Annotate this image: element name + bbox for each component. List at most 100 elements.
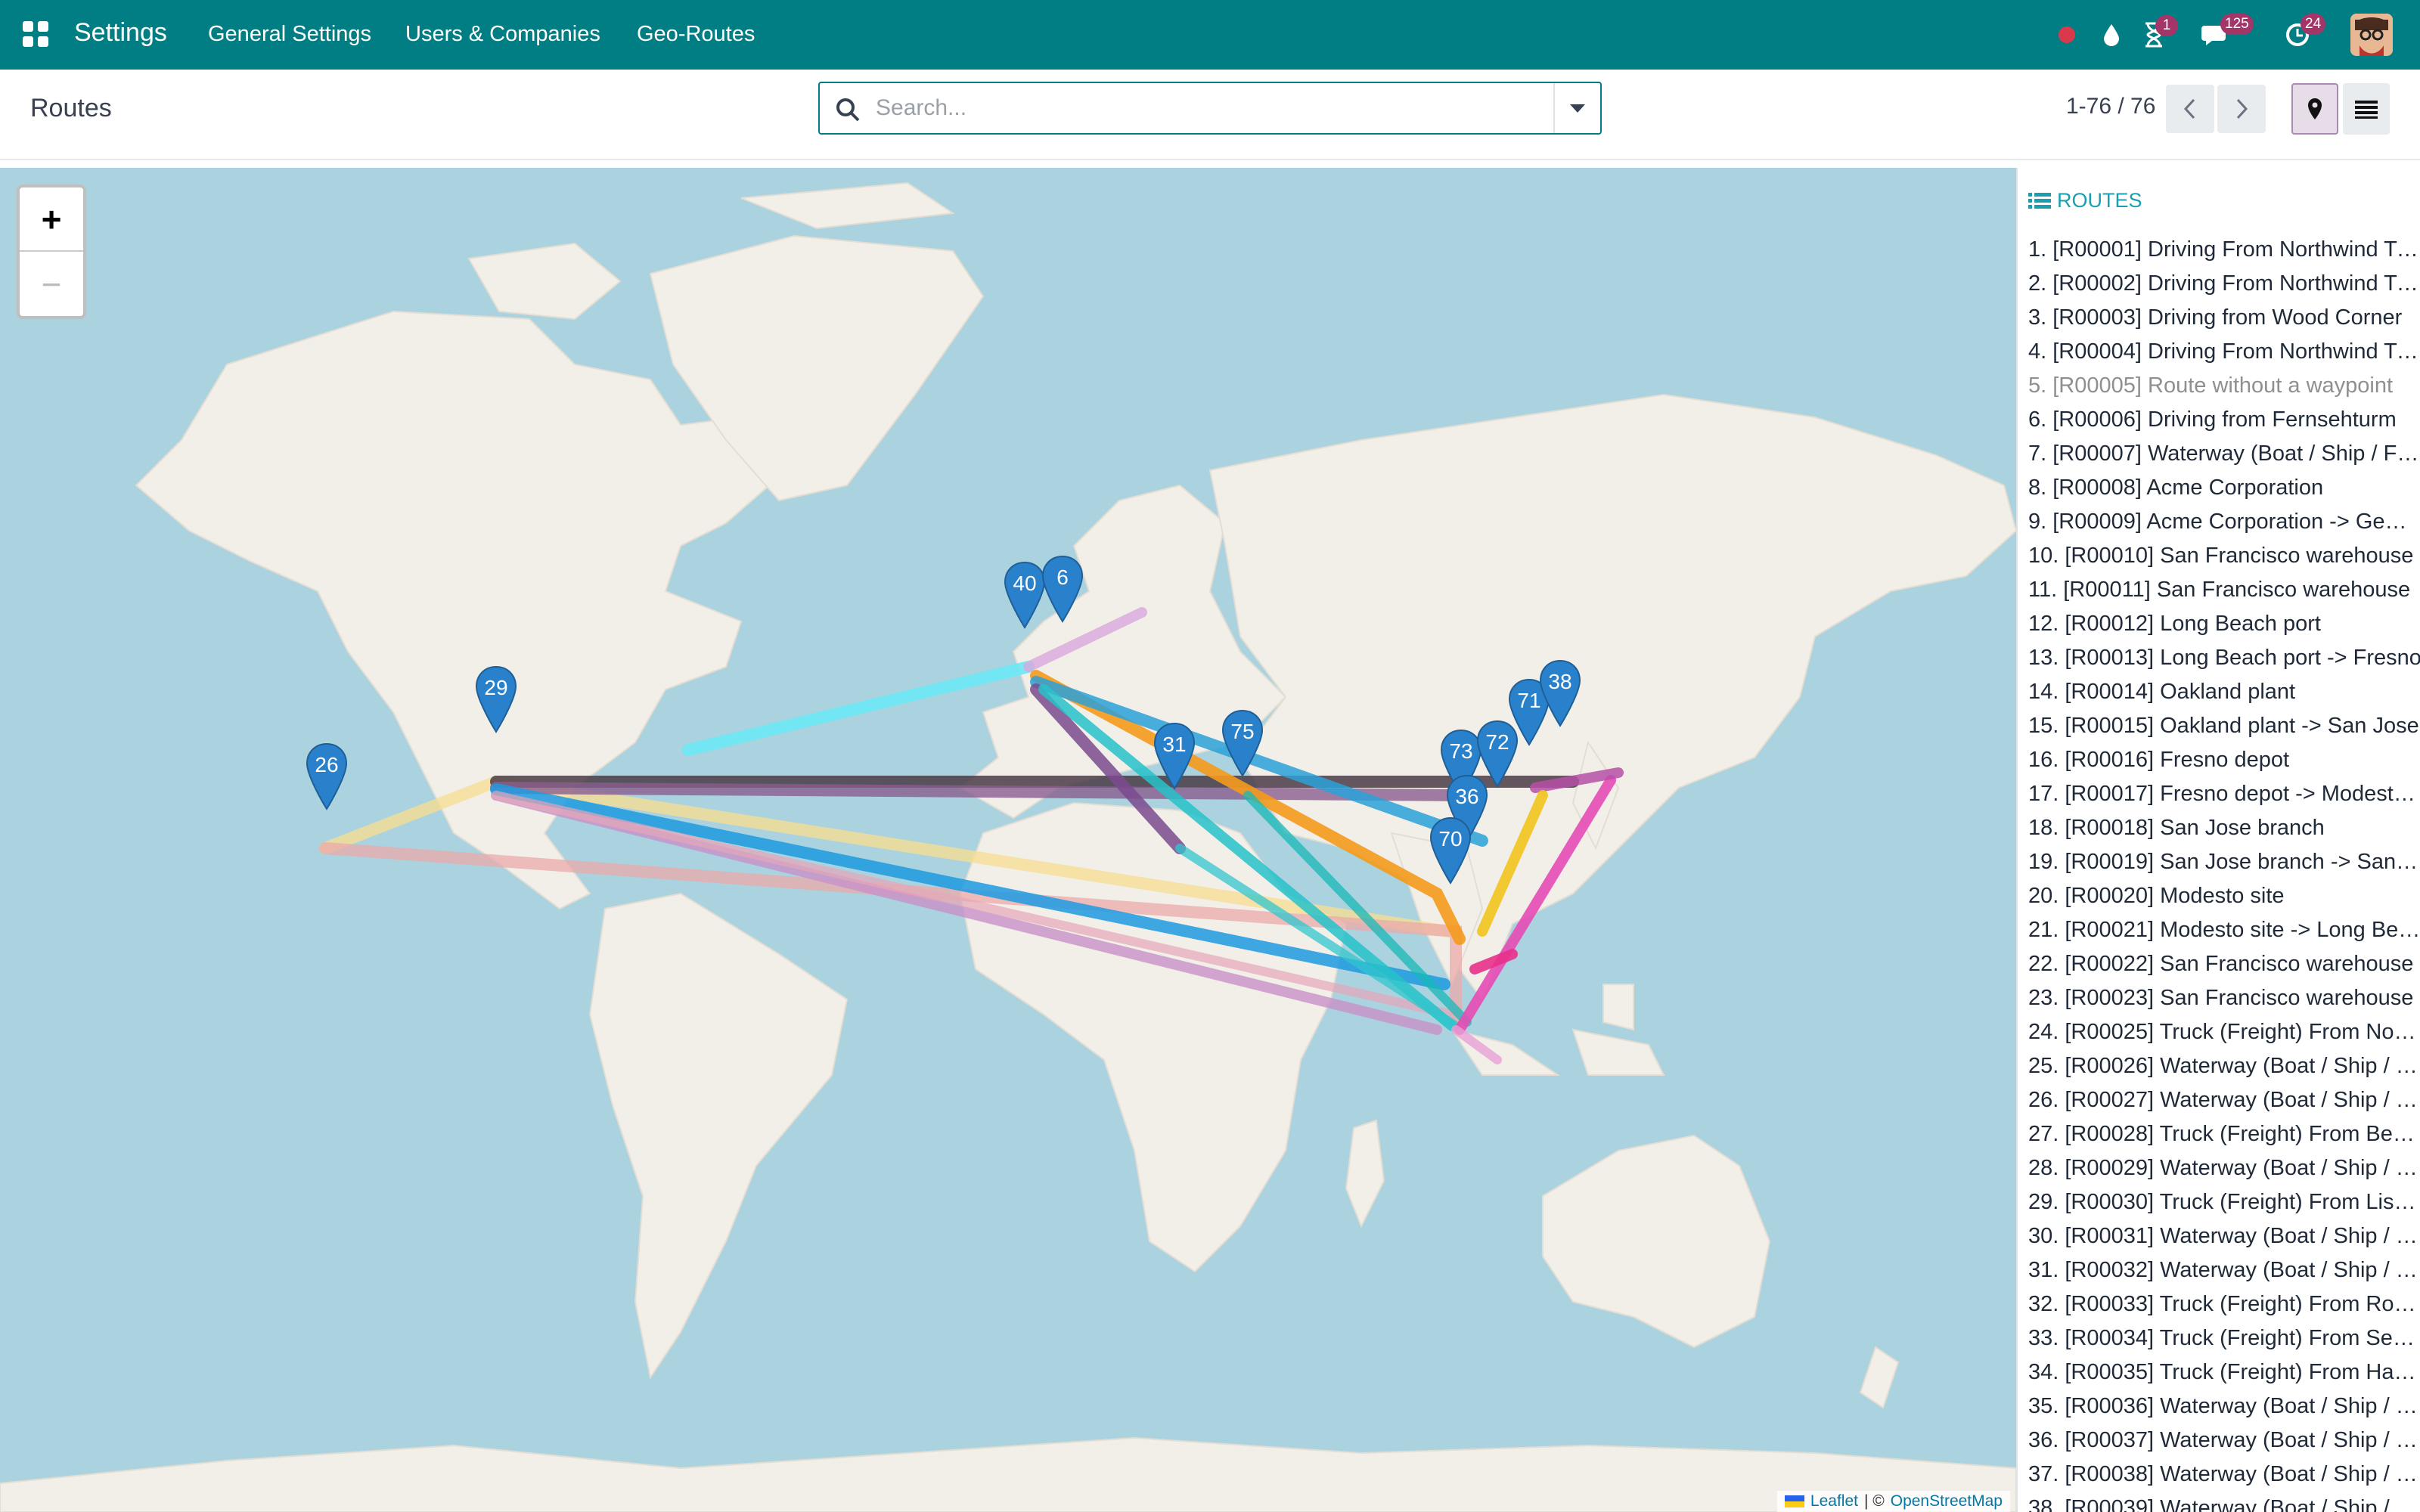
route-list-item[interactable]: 18. [R00018] San Jose branch — [2028, 811, 2420, 845]
messages-button[interactable]: 125 — [2201, 14, 2254, 54]
map-marker-label: 38 — [1548, 670, 1572, 693]
route-list-item[interactable]: 6. [R00006] Driving from Fernsehturm — [2028, 403, 2420, 437]
pager-value[interactable]: 1-76 / 76 — [2066, 94, 2155, 119]
route-list-item[interactable]: 37. [R00038] Waterway (Boat / Ship / Fer… — [2028, 1458, 2420, 1492]
map-marker-label: 40 — [1013, 572, 1037, 595]
zoom-control: + − — [17, 184, 86, 319]
activities-button[interactable]: 1 — [2140, 15, 2178, 54]
south-america-land — [588, 892, 849, 1380]
route-list-item[interactable]: 1. [R00001] Driving From Northwind Trade… — [2028, 233, 2420, 267]
routes-panel-title: ROUTES — [2057, 189, 2142, 212]
new-zealand-land — [1859, 1346, 1900, 1409]
route-list-item[interactable]: 2. [R00002] Driving From Northwind Trade… — [2028, 267, 2420, 301]
drop-button[interactable] — [2098, 15, 2125, 54]
route-list-item[interactable]: 24. [R00025] Truck (Freight) From Northw… — [2028, 1015, 2420, 1049]
map-marker[interactable]: 26 — [306, 742, 348, 810]
map-marker[interactable]: 6 — [1041, 555, 1084, 623]
zoom-out-button[interactable]: − — [20, 252, 83, 316]
map-marker[interactable]: 29 — [475, 665, 517, 733]
route-list-item[interactable]: 17. [R00017] Fresno depot -> Modesto sit… — [2028, 777, 2420, 811]
menu-geo-routes[interactable]: Geo-Routes — [637, 22, 755, 47]
route-list-item[interactable]: 32. [R00033] Truck (Freight) From Rome — [2028, 1287, 2420, 1321]
map-marker-label: 31 — [1162, 733, 1187, 756]
map-marker[interactable]: 75 — [1221, 709, 1264, 777]
pager-next-button[interactable] — [2217, 85, 2266, 133]
route-list-item[interactable]: 4. [R00004] Driving From Northwind Trade… — [2028, 335, 2420, 369]
status-indicator[interactable] — [2055, 15, 2078, 54]
route-list-item[interactable]: 19. [R00019] San Jose branch -> San Fran… — [2028, 845, 2420, 879]
zoom-in-button[interactable]: + — [20, 187, 83, 252]
map-marker[interactable]: 40 — [1004, 561, 1046, 629]
route-list-item[interactable]: 12. [R00012] Long Beach port — [2028, 607, 2420, 641]
route-list-item[interactable]: 14. [R00014] Oakland plant — [2028, 675, 2420, 709]
route-list-item[interactable]: 27. [R00028] Truck (Freight) From Berlin — [2028, 1117, 2420, 1151]
map-marker[interactable]: 70 — [1429, 816, 1472, 885]
route-list-item[interactable]: 9. [R00009] Acme Corporation -> Gemini F… — [2028, 505, 2420, 539]
chevron-right-icon — [2236, 98, 2248, 119]
route-list-item[interactable]: 34. [R00035] Truck (Freight) From Hanoi — [2028, 1356, 2420, 1390]
route-list-item[interactable]: 23. [R00023] San Francisco warehouse — [2028, 981, 2420, 1015]
north-america-land — [135, 310, 788, 910]
leaflet-link[interactable]: Leaflet — [1810, 1492, 1858, 1510]
route-list-item[interactable]: 33. [R00034] Truck (Freight) From Seoul — [2028, 1321, 2420, 1356]
route-list-item[interactable]: 21. [R00021] Modesto site -> Long Beach — [2028, 913, 2420, 947]
route-list-item[interactable]: 11. [R00011] San Francisco warehouse — [2028, 573, 2420, 607]
list-icon — [2028, 192, 2051, 209]
list-view-button[interactable] — [2343, 83, 2390, 135]
route-list-item[interactable]: 20. [R00020] Modesto site — [2028, 879, 2420, 913]
user-avatar[interactable] — [2350, 14, 2393, 56]
timer-button[interactable]: 24 — [2282, 14, 2326, 54]
routes-panel-header: ROUTES — [2028, 189, 2142, 212]
route-list-item[interactable]: 15. [R00015] Oakland plant -> San Jose — [2028, 709, 2420, 743]
list-icon — [2355, 101, 2378, 119]
route-list-item[interactable]: 28. [R00029] Waterway (Boat / Ship / Fer… — [2028, 1151, 2420, 1185]
search-input[interactable] — [876, 91, 1556, 125]
search-options-toggle[interactable] — [1553, 83, 1600, 133]
map-attribution: Leaflet | © OpenStreetMap — [1776, 1491, 2010, 1512]
map-view-button[interactable] — [2291, 83, 2338, 135]
route-list-item[interactable]: 35. [R00036] Waterway (Boat / Ship / Fer… — [2028, 1390, 2420, 1424]
page-title: Routes — [30, 94, 112, 122]
route-list-item[interactable]: 10. [R00010] San Francisco warehouse — [2028, 539, 2420, 573]
menu-general-settings[interactable]: General Settings — [208, 22, 371, 47]
route-list-item[interactable]: 7. [R00007] Waterway (Boat / Ship / Ferr… — [2028, 437, 2420, 471]
ukraine-flag-icon — [1784, 1495, 1804, 1507]
route-list-item[interactable]: 38. [R00039] Waterway (Boat / Ship / Fer… — [2028, 1492, 2420, 1512]
routes-map[interactable]: 26 29 40 6 31 75 73 72 71 38 36 70 + − Leaflet | © … — [0, 168, 2016, 1512]
activities-badge: 1 — [2155, 15, 2178, 36]
map-marker[interactable]: 38 — [1539, 659, 1581, 727]
attribution-separator: | © — [1863, 1492, 1885, 1510]
route-list-item[interactable]: 16. [R00016] Fresno depot — [2028, 743, 2420, 777]
route-list-item[interactable]: 8. [R00008] Acme Corporation — [2028, 471, 2420, 505]
route-list-item[interactable]: 25. [R00026] Waterway (Boat / Ship / Fer… — [2028, 1049, 2420, 1083]
route-line — [682, 661, 1035, 756]
route-list: 1. [R00001] Driving From Northwind Trade… — [2028, 233, 2420, 1512]
search-box — [818, 82, 1602, 135]
map-marker-label: 75 — [1230, 720, 1255, 743]
user-avatar-icon — [2350, 14, 2393, 56]
pager-previous-button[interactable] — [2166, 85, 2214, 133]
app-title[interactable]: Settings — [74, 18, 167, 48]
routes-panel: ROUTES 1. [R00001] Driving From Northwin… — [2016, 168, 2420, 1512]
route-list-item[interactable]: 31. [R00032] Waterway (Boat / Ship / Fer… — [2028, 1253, 2420, 1287]
openstreetmap-link[interactable]: OpenStreetMap — [1891, 1492, 2003, 1510]
map-marker-label: 26 — [315, 753, 339, 776]
map-marker-label: 70 — [1438, 827, 1463, 850]
map-marker-label: 36 — [1455, 785, 1479, 808]
route-list-item[interactable]: 29. [R00030] Truck (Freight) From Lisbon — [2028, 1185, 2420, 1219]
map-marker-label: 6 — [1056, 565, 1069, 589]
australia-land — [1542, 1134, 1771, 1349]
route-list-item[interactable]: 13. [R00013] Long Beach port -> Fresno — [2028, 641, 2420, 675]
menu-users-companies[interactable]: Users & Companies — [405, 22, 600, 47]
app-menu-icon[interactable] — [23, 21, 48, 47]
africa-land — [959, 801, 1348, 1273]
route-list-item[interactable]: 22. [R00022] San Francisco warehouse — [2028, 947, 2420, 981]
route-list-item[interactable]: 3. [R00003] Driving from Wood Corner — [2028, 301, 2420, 335]
madagascar-land — [1345, 1119, 1385, 1228]
map-marker[interactable]: 31 — [1153, 722, 1196, 790]
route-list-item[interactable]: 5. [R00005] Route without a waypoint — [2028, 369, 2420, 403]
route-list-item[interactable]: 36. [R00037] Waterway (Boat / Ship / Fer… — [2028, 1424, 2420, 1458]
route-list-item[interactable]: 30. [R00031] Waterway (Boat / Ship / Fer… — [2028, 1219, 2420, 1253]
caret-down-icon — [1570, 104, 1585, 113]
route-list-item[interactable]: 26. [R00027] Waterway (Boat / Ship / Fer… — [2028, 1083, 2420, 1117]
